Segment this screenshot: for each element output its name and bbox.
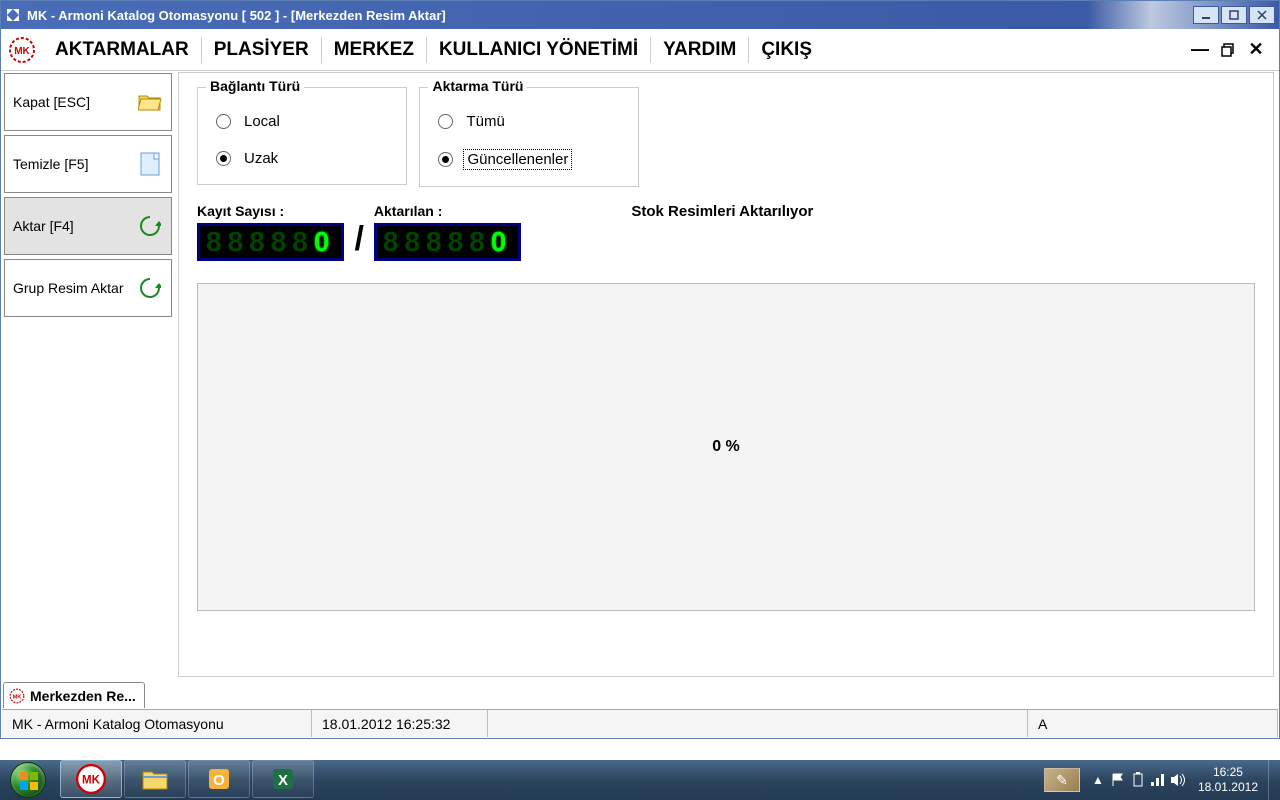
radio-label: Local — [241, 112, 283, 131]
svg-text:X: X — [278, 772, 288, 789]
counter-separator: / — [354, 220, 363, 259]
titlebar[interactable]: MK - Armoni Katalog Otomasyonu [ 502 ] -… — [1, 1, 1279, 29]
sidebar-grup-resim-aktar-button[interactable]: Grup Resim Aktar — [4, 259, 172, 317]
transferred-display: 888880 — [374, 223, 521, 261]
taskbar-app-outlook[interactable]: O — [188, 760, 250, 798]
sidebar-button-label: Aktar [F4] — [13, 218, 74, 234]
window-minimize-button[interactable] — [1193, 6, 1219, 24]
mdi-restore-button[interactable] — [1219, 41, 1237, 59]
radio-local[interactable]: Local — [216, 112, 366, 131]
tray-chevron-up-icon[interactable]: ▲ — [1088, 766, 1108, 794]
menu-aktarmalar[interactable]: AKTARMALAR — [43, 29, 201, 70]
window-close-button[interactable] — [1249, 6, 1275, 24]
radio-uzak[interactable]: Uzak — [216, 149, 366, 168]
client-area: Kapat [ESC] Temizle [F5] Aktar [F4] Grup… — [2, 71, 1278, 678]
taskbar-app-mk[interactable]: MK — [60, 760, 122, 798]
mdi-tab-merkezden-resim[interactable]: MK Merkezden Re... — [3, 682, 145, 708]
sidebar-aktar-button[interactable]: Aktar [F4] — [4, 197, 172, 255]
refresh-icon — [137, 213, 163, 239]
taskbar-app-explorer[interactable] — [124, 760, 186, 798]
radio-icon — [438, 114, 453, 129]
statusbar: MK - Armoni Katalog Otomasyonu 18.01.201… — [2, 709, 1278, 737]
show-desktop-button[interactable] — [1268, 760, 1278, 800]
progress-panel: 0 % — [197, 283, 1255, 611]
radio-label: Tümü — [463, 112, 507, 131]
app-sysicon — [5, 7, 21, 23]
taskbar-app-excel[interactable]: X — [252, 760, 314, 798]
start-button[interactable] — [0, 760, 56, 800]
window-maximize-button[interactable] — [1221, 6, 1247, 24]
statusbar-datetime: 18.01.2012 16:25:32 — [312, 710, 488, 737]
system-tray: ✎ ▲ 16:25 18.01.2012 — [1044, 760, 1280, 800]
radio-guncellenenler[interactable]: Güncellenenler — [438, 149, 598, 170]
mdi-close-button[interactable]: ✕ — [1247, 41, 1265, 59]
menu-yardim[interactable]: YARDIM — [651, 29, 748, 70]
folder-open-icon — [137, 89, 163, 115]
counter-row: Kayıt Sayısı : 888880 / Aktarılan : 8888… — [197, 203, 1255, 261]
clock-time: 16:25 — [1198, 765, 1258, 780]
sidebar-kapat-button[interactable]: Kapat [ESC] — [4, 73, 172, 131]
radio-label: Güncellenenler — [463, 149, 572, 170]
sidebar-temizle-button[interactable]: Temizle [F5] — [4, 135, 172, 193]
statusbar-user: A — [1028, 710, 1278, 737]
volume-icon[interactable] — [1168, 766, 1188, 794]
mdi-tab-label: Merkezden Re... — [30, 688, 136, 704]
progress-percent-text: 0 % — [712, 438, 740, 456]
transferred-label: Aktarılan : — [374, 203, 521, 219]
sidebar-button-label: Kapat [ESC] — [13, 94, 90, 110]
sidebar: Kapat [ESC] Temizle [F5] Aktar [F4] Grup… — [2, 71, 174, 678]
svg-text:MK: MK — [13, 694, 22, 700]
svg-text:MK: MK — [14, 46, 30, 57]
taskbar-clock[interactable]: 16:25 18.01.2012 — [1188, 765, 1268, 795]
menu-merkez[interactable]: MERKEZ — [322, 29, 426, 70]
clock-date: 18.01.2012 — [1198, 780, 1258, 795]
record-count-label: Kayıt Sayısı : — [197, 203, 344, 219]
network-icon[interactable] — [1148, 766, 1168, 794]
radio-icon — [438, 152, 453, 167]
radio-icon — [216, 151, 231, 166]
statusbar-spacer — [488, 710, 1028, 737]
record-count-display: 888880 — [197, 223, 344, 261]
radio-tumu[interactable]: Tümü — [438, 112, 598, 131]
menu-plasiyer[interactable]: PLASİYER — [202, 29, 321, 70]
page-icon — [137, 151, 163, 177]
app-window: MK - Armoni Katalog Otomasyonu [ 502 ] -… — [0, 0, 1280, 739]
svg-text:O: O — [213, 772, 225, 789]
main-pane: Bağlantı Türü Local Uzak Aktarma Türü Tü… — [178, 72, 1274, 677]
transfer-type-group: Aktarma Türü Tümü Güncellenenler — [419, 87, 639, 187]
sidebar-button-label: Temizle [F5] — [13, 156, 88, 172]
group-legend: Bağlantı Türü — [206, 78, 304, 94]
refresh-icon — [137, 275, 163, 301]
mdi-tab-strip: MK Merkezden Re... — [3, 680, 145, 708]
menu-kullanici[interactable]: KULLANICI YÖNETİMİ — [427, 29, 650, 70]
app-logo-icon: MK — [8, 687, 26, 705]
group-legend: Aktarma Türü — [428, 78, 527, 94]
flag-icon[interactable] — [1108, 766, 1128, 794]
transfer-status-text: Stok Resimleri Aktarılıyor — [631, 203, 813, 220]
menubar: MK AKTARMALAR PLASİYER MERKEZ KULLANICI … — [1, 29, 1279, 71]
taskbar-tasks: MK O X — [60, 760, 314, 800]
mdi-minimize-button[interactable]: — — [1191, 41, 1209, 59]
app-logo-icon: MK — [7, 35, 37, 65]
sidebar-button-label: Grup Resim Aktar — [13, 280, 123, 296]
battery-icon[interactable] — [1128, 766, 1148, 794]
record-count-block: Kayıt Sayısı : 888880 — [197, 203, 344, 261]
menu-cikis[interactable]: ÇIKIŞ — [749, 29, 824, 70]
statusbar-app-name: MK - Armoni Katalog Otomasyonu — [2, 710, 312, 737]
svg-text:MK: MK — [82, 775, 101, 787]
transferred-block: Aktarılan : 888880 — [374, 203, 521, 261]
radio-label: Uzak — [241, 149, 281, 168]
windows-orb-icon — [10, 762, 46, 798]
radio-icon — [216, 114, 231, 129]
connection-type-group: Bağlantı Türü Local Uzak — [197, 87, 407, 185]
titlebar-text: MK - Armoni Katalog Otomasyonu [ 502 ] -… — [27, 8, 446, 23]
tablet-input-icon[interactable]: ✎ — [1044, 768, 1080, 792]
windows-taskbar[interactable]: MK O X ✎ ▲ 16:25 18.01.2012 — [0, 760, 1280, 800]
